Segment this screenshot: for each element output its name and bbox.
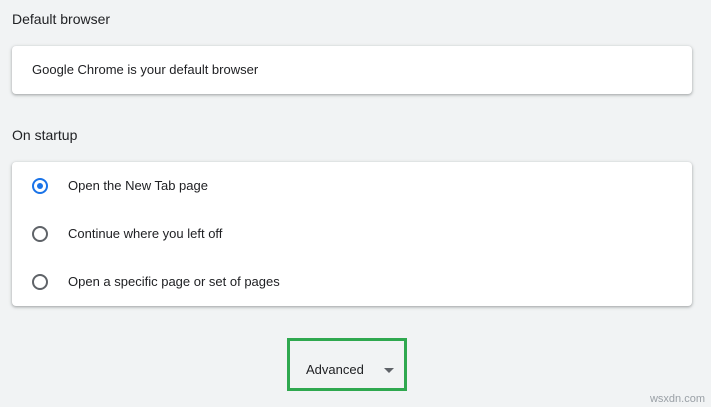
arrow-drop-down-icon <box>384 368 394 373</box>
radio-button-unchecked[interactable] <box>32 274 48 290</box>
default-browser-section-title: Default browser <box>12 11 111 27</box>
on-startup-card: Open the New Tab page Continue where you… <box>12 162 692 306</box>
advanced-button[interactable]: Advanced <box>290 341 404 388</box>
startup-option-label: Open the New Tab page <box>68 178 208 193</box>
startup-option-continue[interactable]: Continue where you left off <box>12 210 692 258</box>
default-browser-card: Google Chrome is your default browser <box>12 46 692 94</box>
startup-option-new-tab[interactable]: Open the New Tab page <box>12 162 692 210</box>
default-browser-status: Google Chrome is your default browser <box>32 62 259 77</box>
advanced-label: Advanced <box>306 362 364 377</box>
startup-option-label: Continue where you left off <box>68 226 223 241</box>
startup-option-label: Open a specific page or set of pages <box>68 274 280 289</box>
on-startup-section-title: On startup <box>12 127 78 143</box>
startup-option-specific-pages[interactable]: Open a specific page or set of pages <box>12 258 692 306</box>
radio-button-unchecked[interactable] <box>32 226 48 242</box>
radio-button-checked[interactable] <box>32 178 48 194</box>
watermark: wsxdn.com <box>649 393 705 405</box>
